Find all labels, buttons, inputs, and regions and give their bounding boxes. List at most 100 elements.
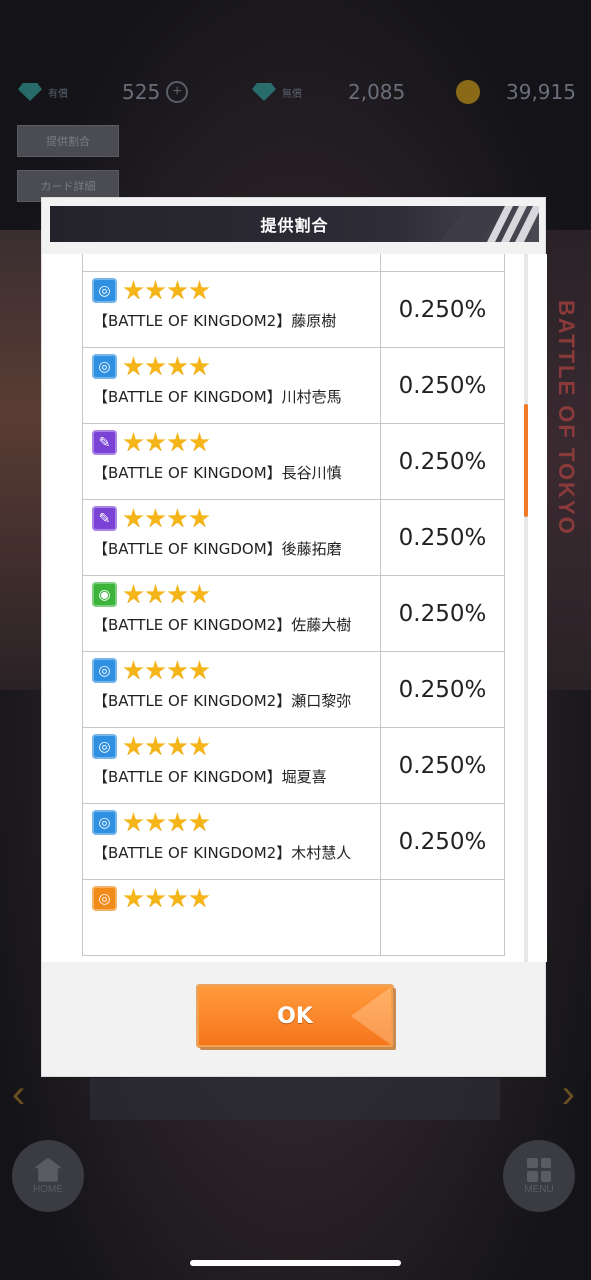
rate-value: 0.250% xyxy=(398,524,487,551)
free-currency-value: 2,085 xyxy=(348,80,406,104)
table-row: ◎ 【BATTLE OF KINGDOM】堀夏喜 0.250% xyxy=(82,728,505,804)
rarity-row: ✎ xyxy=(92,430,210,455)
card-name-cell: ◎ 【BATTLE OF KINGDOM2】瀬口黎弥 xyxy=(83,652,381,727)
paid-currency-label: 有償 xyxy=(48,88,68,100)
header-stripes-decoration xyxy=(439,206,539,242)
star-icon xyxy=(145,736,166,756)
star-icon xyxy=(189,660,210,680)
card-name-cell: ◎ 【BATTLE OF KINGDOM】堀夏喜 xyxy=(83,728,381,803)
table-row: ✎ 【BATTLE OF KINGDOM】長谷川慎 0.250% xyxy=(82,424,505,500)
card-name: 【BATTLE OF KINGDOM2】瀬口黎弥 xyxy=(93,692,352,710)
table-row: ◎ 【BATTLE OF KINGDOM2】木村慧人 0.250% xyxy=(82,804,505,880)
star-icon xyxy=(145,356,166,376)
star-icon xyxy=(189,508,210,528)
home-indicator[interactable] xyxy=(190,1260,401,1266)
card-name-cell: ✎ 【BATTLE OF KINGDOM】長谷川慎 xyxy=(83,424,381,499)
blue-attribute-icon: ◎ xyxy=(92,734,117,759)
table-row: ◎ 【BATTLE OF KINGDOM2】藤原樹 0.250% xyxy=(82,272,505,348)
add-currency-button[interactable]: + xyxy=(166,81,189,103)
orange-attribute-icon: ◎ xyxy=(92,886,117,911)
banner-title: BATTLE OF TOKYO xyxy=(554,300,579,536)
rates-list[interactable]: ◎【BATTLE OF KINGDOM2】岩谷翔吾0.250%◎【BATTLE … xyxy=(42,254,547,962)
rarity-row: ◎ xyxy=(92,810,210,835)
star-rating xyxy=(123,812,210,833)
card-name: 【BATTLE OF KINGDOM】川村壱馬 xyxy=(93,388,342,406)
star-icon xyxy=(145,660,166,680)
rates-dialog: 提供割合 ◎【BATTLE OF KINGDOM2】岩谷翔吾0.250%◎【BA… xyxy=(41,197,547,1077)
rate-value xyxy=(381,880,504,955)
ok-label: OK xyxy=(277,1003,313,1029)
grid-icon xyxy=(527,1157,551,1182)
menu-label: MENU xyxy=(524,1183,554,1195)
star-icon xyxy=(167,812,188,832)
card-name: 【BATTLE OF KINGDOM】長谷川慎 xyxy=(93,464,342,482)
scrollbar-track[interactable] xyxy=(524,254,528,962)
rate-value: 0.250% xyxy=(398,296,487,323)
home-label: HOME xyxy=(33,1183,63,1195)
rate-value: 0.250% xyxy=(398,600,487,627)
card-name: 【BATTLE OF KINGDOM】堀夏喜 xyxy=(93,768,327,786)
card-name-cell: ◎ 【BATTLE OF KINGDOM2】藤原樹 xyxy=(83,272,381,347)
star-icon xyxy=(167,356,188,376)
card-name-cell: ◎ 【BATTLE OF KINGDOM】川村壱馬 xyxy=(83,348,381,423)
purple-attribute-icon: ✎ xyxy=(92,506,117,531)
rarity-row: ◉ xyxy=(92,582,210,607)
ok-button[interactable]: OK xyxy=(197,985,393,1047)
card-name: 【BATTLE OF KINGDOM2】佐藤大樹 xyxy=(93,616,352,634)
star-icon xyxy=(167,584,188,604)
star-icon xyxy=(189,356,210,376)
star-rating xyxy=(123,888,210,909)
rates-button[interactable]: 提供割合 xyxy=(17,125,119,157)
star-icon xyxy=(123,736,144,756)
rarity-row: ✎ xyxy=(92,506,210,531)
dialog-header: 提供割合 xyxy=(50,206,539,242)
blue-attribute-icon: ◎ xyxy=(92,278,117,303)
rarity-row: ◎ xyxy=(92,354,210,379)
coins: 39,915 xyxy=(456,80,576,104)
banner-thumbnails[interactable] xyxy=(90,1078,500,1120)
card-name-cell: ◎ 【BATTLE OF KINGDOM2】木村慧人 xyxy=(83,804,381,879)
chevron-right-icon[interactable]: › xyxy=(562,1072,575,1117)
star-icon xyxy=(167,508,188,528)
card-name: 【BATTLE OF KINGDOM2】岩谷翔吾 xyxy=(93,254,375,255)
scrollbar-thumb[interactable] xyxy=(524,404,528,517)
rarity-row: ◎ xyxy=(92,658,210,683)
home-icon xyxy=(34,1157,62,1182)
card-name: 【BATTLE OF KINGDOM】後藤拓磨 xyxy=(93,540,342,558)
star-icon xyxy=(189,812,210,832)
star-icon xyxy=(145,508,166,528)
blue-attribute-icon: ◎ xyxy=(92,810,117,835)
star-icon xyxy=(123,356,144,376)
free-currency-label: 無償 xyxy=(282,88,302,100)
purple-attribute-icon: ✎ xyxy=(92,430,117,455)
star-icon xyxy=(123,280,144,300)
banner-art-left xyxy=(0,230,42,690)
home-button[interactable]: HOME xyxy=(12,1140,84,1212)
star-icon xyxy=(123,584,144,604)
rarity-row: ◎ xyxy=(92,886,210,911)
table-row: ◎ 【BATTLE OF KINGDOM】川村壱馬 0.250% xyxy=(82,348,505,424)
dialog-title: 提供割合 xyxy=(260,218,329,235)
menu-button[interactable]: MENU xyxy=(503,1140,575,1212)
card-name-cell: ◎【BATTLE OF KINGDOM2】岩谷翔吾 xyxy=(83,254,381,271)
diamond-icon xyxy=(18,83,42,101)
coins-value: 39,915 xyxy=(506,80,576,104)
star-rating xyxy=(123,508,210,529)
paid-currency-value: 525 xyxy=(122,80,161,104)
star-icon xyxy=(167,432,188,452)
star-icon xyxy=(145,812,166,832)
star-icon xyxy=(167,660,188,680)
chevron-left-icon[interactable]: ‹ xyxy=(12,1072,25,1117)
table-row: ◎ xyxy=(82,880,505,956)
star-icon xyxy=(145,280,166,300)
star-icon xyxy=(189,584,210,604)
star-icon xyxy=(145,888,166,908)
star-icon xyxy=(189,888,210,908)
rate-value: 0.250% xyxy=(381,254,504,271)
card-name-cell: ✎ 【BATTLE OF KINGDOM】後藤拓磨 xyxy=(83,500,381,575)
star-icon xyxy=(167,280,188,300)
rate-value: 0.250% xyxy=(398,828,487,855)
star-icon xyxy=(189,432,210,452)
button-decoration xyxy=(351,987,391,1045)
star-rating xyxy=(123,356,210,377)
